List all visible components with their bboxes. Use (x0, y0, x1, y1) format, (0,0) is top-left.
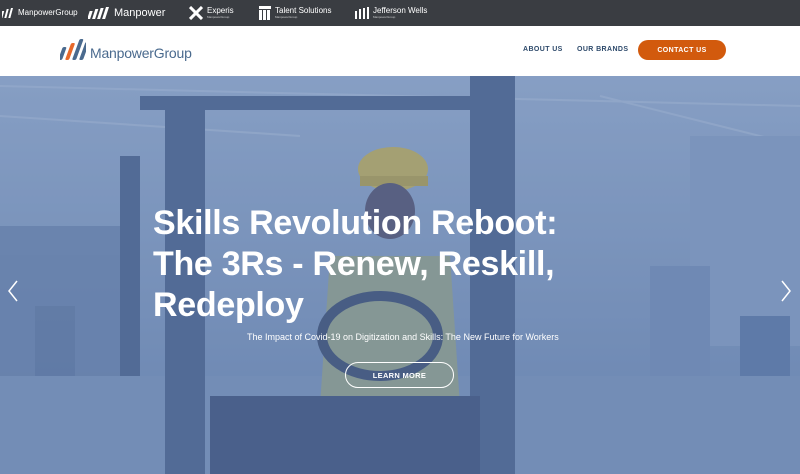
hero-subtitle: The Impact of Covid-19 on Digitization a… (247, 332, 559, 342)
brand-label: Talent Solutions (275, 6, 332, 15)
brand-link-talent-solutions[interactable]: Talent Solutions ManpowerGroup (259, 5, 331, 21)
manpowergroup-logo-icon (2, 8, 14, 18)
chevron-right-icon (781, 280, 791, 302)
brand-text: Talent Solutions ManpowerGroup (275, 7, 331, 19)
nav-about-us[interactable]: ABOUT US (523, 46, 563, 53)
hero-headline-line: Redeploy (153, 286, 304, 324)
chevron-left-icon (8, 280, 18, 302)
hero-headline: Skills Revolution Reboot: The 3Rs - Rene… (153, 203, 653, 326)
brand-link-experis[interactable]: Experis ManpowerGroup (189, 5, 234, 21)
hero-headline-line: The 3Rs - Renew, Reskill, (153, 245, 555, 283)
brand-label: ManpowerGroup (18, 8, 78, 17)
manpower-logo-icon (88, 7, 110, 19)
brand-bar: ManpowerGroup Manpower Experis ManpowerG… (0, 0, 800, 26)
logo-text: ManpowerGroup (90, 44, 192, 61)
hero-headline-line: Skills Revolution Reboot: (153, 204, 558, 242)
jefferson-wells-logo-icon (355, 7, 369, 19)
site-logo[interactable]: ManpowerGroup (58, 38, 192, 67)
talent-solutions-logo-icon (259, 6, 271, 20)
hero-carousel: Skills Revolution Reboot: The 3Rs - Rene… (0, 76, 800, 474)
brand-text: Jefferson Wells ManpowerGroup (373, 7, 427, 19)
main-navigation: ManpowerGroup ABOUT US OUR BRANDS CONTAC… (0, 26, 800, 76)
manpowergroup-logo-icon (58, 38, 90, 67)
brand-sublabel: ManpowerGroup (275, 15, 298, 19)
brand-link-manpower[interactable]: Manpower (88, 5, 165, 21)
brand-label: Jefferson Wells (373, 6, 428, 15)
experis-x-icon (189, 6, 203, 20)
brand-sublabel: ManpowerGroup (207, 15, 230, 19)
brand-link-jefferson-wells[interactable]: Jefferson Wells ManpowerGroup (355, 5, 427, 21)
brand-label: Manpower (114, 6, 166, 19)
brand-sublabel: ManpowerGroup (373, 15, 396, 19)
brand-text: Experis ManpowerGroup (207, 7, 234, 19)
brand-label: Experis (207, 6, 234, 15)
carousel-prev-button[interactable] (5, 277, 21, 305)
contact-us-button[interactable]: CONTACT US (638, 40, 726, 60)
learn-more-button[interactable]: LEARN MORE (345, 362, 454, 388)
nav-our-brands[interactable]: OUR BRANDS (577, 46, 628, 53)
carousel-next-button[interactable] (778, 277, 794, 305)
brand-link-manpowergroup[interactable]: ManpowerGroup (2, 5, 78, 21)
